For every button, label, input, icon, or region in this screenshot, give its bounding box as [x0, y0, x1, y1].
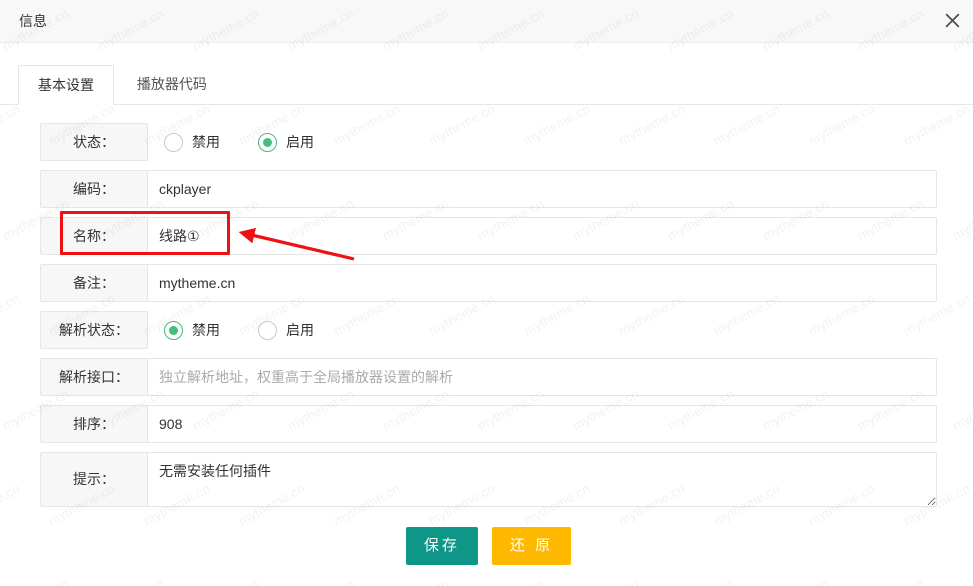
tab-bar: 基本设置 播放器代码 — [0, 65, 973, 105]
form-row-code: 编码： — [40, 170, 937, 208]
sort-input[interactable] — [148, 405, 937, 443]
tab-player-code-label: 播放器代码 — [136, 76, 207, 92]
tab-basic-settings-label: 基本设置 — [38, 77, 94, 93]
radio-parse-enabled-label: 启用 — [286, 322, 314, 338]
radio-status-disabled[interactable]: 禁用 — [164, 132, 220, 152]
control-tip — [148, 452, 937, 507]
label-name: 名称： — [40, 217, 148, 255]
tip-textarea[interactable] — [148, 452, 937, 507]
radio-circle-icon — [164, 132, 183, 152]
form-row-parse-api: 解析接口： — [40, 358, 937, 396]
label-code: 编码： — [40, 170, 148, 208]
radio-status-enabled[interactable]: 启用 — [258, 132, 314, 152]
radio-group-status: 禁用 启用 — [148, 123, 937, 161]
settings-form: 状态： 禁用 启用 编码： ckplayer 名称： 线路① 备注： mythe… — [40, 123, 937, 565]
radio-parse-disabled[interactable]: 禁用 — [164, 320, 220, 340]
form-row-tip: 提示： — [40, 452, 937, 507]
label-sort: 排序： — [40, 405, 148, 443]
label-tip: 提示： — [40, 452, 148, 507]
code-input[interactable] — [148, 170, 937, 208]
label-parse-status: 解析状态： — [40, 311, 148, 349]
dialog-title: 信息 — [19, 13, 47, 29]
form-row-name: 名称： — [40, 217, 937, 255]
close-icon[interactable] — [931, 0, 973, 41]
control-name — [148, 217, 937, 255]
radio-status-disabled-label: 禁用 — [192, 134, 220, 150]
tab-basic-settings[interactable]: 基本设置 — [18, 65, 114, 105]
form-actions: 保存 还 原 — [40, 527, 937, 565]
reset-button[interactable]: 还 原 — [491, 527, 572, 565]
radio-parse-disabled-label: 禁用 — [192, 322, 220, 338]
label-remark: 备注： — [40, 264, 148, 302]
form-row-parse-status: 解析状态： 禁用 启用 — [40, 311, 937, 349]
control-parse-status: 禁用 启用 — [148, 311, 937, 349]
radio-group-parse-status: 禁用 启用 — [148, 311, 937, 349]
control-remark — [148, 264, 937, 302]
form-row-status: 状态： 禁用 启用 — [40, 123, 937, 161]
label-status: 状态： — [40, 123, 148, 161]
parse-api-input[interactable] — [148, 358, 937, 396]
control-sort — [148, 405, 937, 443]
name-input[interactable] — [148, 217, 937, 255]
control-status: 禁用 启用 — [148, 123, 937, 161]
radio-circle-selected-icon — [164, 320, 183, 340]
control-code — [148, 170, 937, 208]
dialog-titlebar: 信息 — [0, 0, 973, 43]
radio-circle-icon — [258, 320, 277, 340]
save-button[interactable]: 保存 — [405, 527, 478, 565]
info-dialog: 信息 基本设置 播放器代码 状态： 禁用 启用 编码： ckplayer 名称：… — [0, 0, 973, 586]
dialog-body: 基本设置 播放器代码 状态： 禁用 启用 编码： ckplayer 名称： 线路… — [0, 43, 973, 586]
label-parse-api: 解析接口： — [40, 358, 148, 396]
form-row-sort: 排序： — [40, 405, 937, 443]
radio-status-enabled-label: 启用 — [286, 134, 314, 150]
radio-parse-enabled[interactable]: 启用 — [258, 320, 314, 340]
remark-input[interactable] — [148, 264, 937, 302]
control-parse-api — [148, 358, 937, 396]
radio-circle-selected-icon — [258, 132, 277, 152]
tab-player-code[interactable]: 播放器代码 — [118, 65, 226, 105]
form-row-remark: 备注： — [40, 264, 937, 302]
